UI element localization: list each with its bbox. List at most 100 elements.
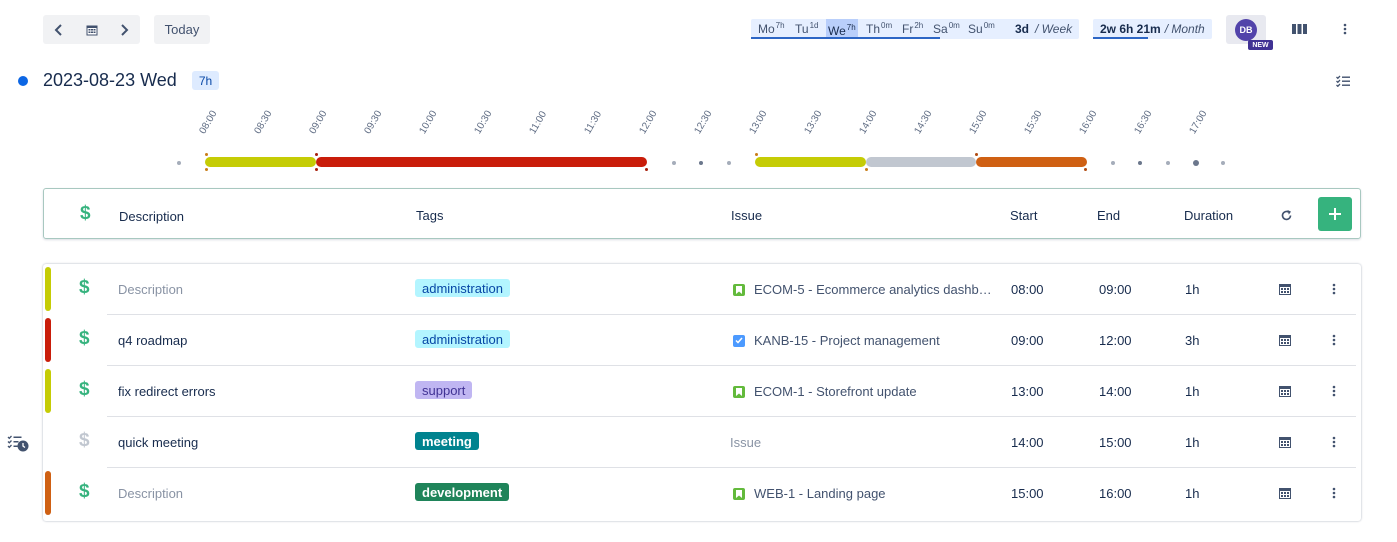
entry-description[interactable]: Description: [118, 282, 183, 297]
checklist-icon: [1336, 75, 1350, 87]
table-row[interactable]: $ q4 roadmap administration KANB-15 - Pr…: [43, 315, 1361, 366]
entry-issue[interactable]: WEB-1 - Landing page: [733, 486, 886, 501]
weekday-hours: 2h: [914, 21, 924, 30]
table-row[interactable]: $ quick meeting meeting Issue 14:00 15:0…: [43, 417, 1361, 468]
weekday-fr[interactable]: Fr2h: [902, 21, 923, 36]
billable-icon[interactable]: $: [79, 379, 90, 401]
entry-duration[interactable]: 1h: [1185, 384, 1199, 399]
billable-icon[interactable]: $: [79, 481, 90, 503]
weekday-su[interactable]: Su0m: [968, 21, 995, 36]
entry-duration[interactable]: 1h: [1185, 282, 1199, 297]
row-more-button[interactable]: [1328, 381, 1340, 401]
plus-icon: [1329, 208, 1341, 220]
entry-description[interactable]: quick meeting: [118, 435, 198, 450]
entry-issue[interactable]: KANB-15 - Project management: [733, 333, 940, 348]
month-summary[interactable]: 2w 6h 21m / Month: [1093, 19, 1212, 39]
entry-end[interactable]: 09:00: [1099, 282, 1132, 297]
entry-description[interactable]: fix redirect errors: [118, 384, 216, 399]
next-day-button[interactable]: [108, 15, 140, 44]
entry-start[interactable]: 14:00: [1011, 435, 1044, 450]
entry-start[interactable]: 15:00: [1011, 486, 1044, 501]
billable-icon[interactable]: $: [79, 430, 90, 452]
previous-day-button[interactable]: [43, 15, 75, 44]
calendar-icon[interactable]: [1278, 486, 1292, 500]
entry-tag[interactable]: development: [415, 483, 510, 501]
row-more-button[interactable]: [1328, 279, 1340, 299]
calendar-icon[interactable]: [1278, 435, 1292, 449]
calendar-icon[interactable]: [1278, 282, 1292, 296]
timeline-entry-bar: [755, 153, 866, 167]
row-more-button[interactable]: [1328, 432, 1340, 452]
chevron-left-icon: [54, 23, 62, 36]
billable-toggle[interactable]: $: [80, 203, 91, 225]
entry-issue[interactable]: ECOM-1 - Storefront update: [733, 384, 917, 399]
table-row[interactable]: $ fix redirect errors support ECOM-1 - S…: [43, 366, 1361, 417]
bar-handle: [1084, 168, 1087, 171]
timeline-label: 17:00: [1187, 108, 1210, 136]
entry-duration[interactable]: 1h: [1185, 435, 1199, 450]
entry-tag[interactable]: support: [415, 381, 473, 399]
timeline-label: 16:30: [1132, 108, 1155, 136]
entry-end[interactable]: 12:00: [1099, 333, 1132, 348]
weekday-tu[interactable]: Tu1d: [795, 21, 818, 36]
row-more-button[interactable]: [1328, 330, 1340, 350]
more-vertical-icon: [1332, 487, 1336, 499]
timeline-tick: [1221, 161, 1225, 165]
weekday-label: We: [828, 24, 846, 38]
timeline-tick: [1166, 161, 1170, 165]
more-vertical-icon: [1332, 385, 1336, 397]
entry-end[interactable]: 14:00: [1099, 384, 1132, 399]
entry-duration[interactable]: 1h: [1185, 486, 1199, 501]
bar-handle: [205, 168, 208, 171]
entry-description[interactable]: q4 roadmap: [118, 333, 187, 348]
billable-icon[interactable]: $: [79, 277, 90, 299]
more-vertical-icon: [1332, 283, 1336, 295]
weekday-we[interactable]: We7h: [826, 19, 858, 38]
entry-duration[interactable]: 3h: [1185, 333, 1199, 348]
more-options-button[interactable]: [1335, 18, 1355, 40]
weekday-sa[interactable]: Sa0m: [933, 21, 960, 36]
billable-icon[interactable]: $: [79, 328, 90, 350]
week-total-value: 3d: [1015, 22, 1030, 36]
entry-start[interactable]: 08:00: [1011, 282, 1044, 297]
timeline-label: 12:00: [637, 108, 660, 136]
entry-tag[interactable]: administration: [415, 330, 510, 348]
entry-issue[interactable]: ECOM-5 - Ecommerce analytics dashb…: [733, 282, 992, 297]
bar-handle: [315, 168, 318, 171]
table-row[interactable]: $ Description development WEB-1 - Landin…: [43, 468, 1361, 519]
entry-tag[interactable]: administration: [415, 279, 510, 297]
add-entry-button[interactable]: [1318, 197, 1352, 231]
calendar-icon[interactable]: [1278, 384, 1292, 398]
week-summary[interactable]: Mo7h Tu1d We7h Th0m Fr2h Sa0m Su0m 3d / W…: [751, 19, 1079, 39]
checklist-view-button[interactable]: [1333, 71, 1353, 91]
timeline-label: 14:00: [857, 108, 880, 136]
entry-issue[interactable]: Issue: [730, 435, 761, 450]
new-badge: NEW: [1248, 40, 1273, 50]
table-row[interactable]: $ Description administration ECOM-5 - Ec…: [43, 264, 1361, 315]
row-more-button[interactable]: [1328, 483, 1340, 503]
month-period-label: / Month: [1164, 22, 1205, 36]
entry-tag[interactable]: meeting: [415, 432, 479, 450]
time-list-button[interactable]: [6, 432, 30, 454]
entry-start[interactable]: 09:00: [1011, 333, 1044, 348]
today-button[interactable]: Today: [154, 15, 210, 44]
weekday-mo[interactable]: Mo7h: [758, 21, 785, 36]
weekday-th[interactable]: Th0m: [866, 21, 892, 36]
entry-start[interactable]: 13:00: [1011, 384, 1044, 399]
refresh-button[interactable]: [1277, 206, 1295, 224]
entry-end[interactable]: 15:00: [1099, 435, 1132, 450]
weekday-hours: 7h: [846, 23, 856, 32]
timeline-tick: [1193, 160, 1199, 166]
new-entry-header-row: $ Description Tags Issue Start End Durat…: [43, 188, 1361, 239]
story-issue-icon: [733, 283, 745, 296]
bar-handle: [645, 168, 648, 171]
calendar-icon[interactable]: [1278, 333, 1292, 347]
timeline-label: 08:30: [252, 108, 275, 136]
calendar-picker-button[interactable]: [76, 15, 108, 44]
timeline-tick: [727, 161, 731, 165]
view-columns-button[interactable]: [1288, 18, 1310, 40]
task-issue-icon: [733, 334, 745, 347]
weekday-label: Tu: [795, 22, 809, 36]
entry-description[interactable]: Description: [118, 486, 183, 501]
entry-end[interactable]: 16:00: [1099, 486, 1132, 501]
